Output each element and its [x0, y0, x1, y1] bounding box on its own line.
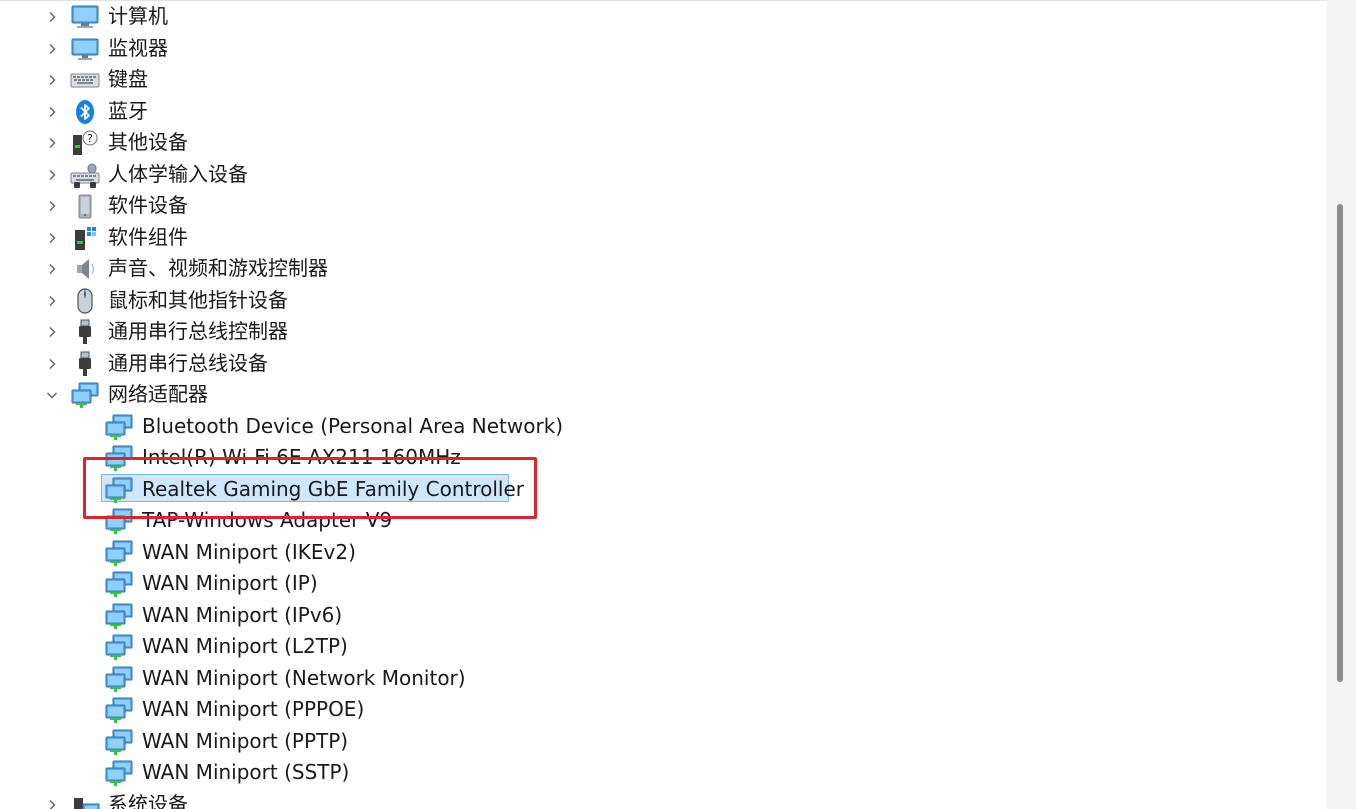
- category-label: 通用串行总线控制器: [108, 319, 288, 343]
- device-label: WAN Miniport (PPTP): [142, 728, 349, 753]
- device-tree[interactable]: 计算机 监视器 键盘 蓝牙? 其他设备 人体学输入设备 软件设备 软件组件 声音、视频和游戏控制…: [0, 0, 1327, 809]
- device-label: WAN Miniport (L2TP): [142, 634, 348, 658]
- bluetooth-icon: [70, 99, 100, 125]
- tree-category[interactable]: 软件组件: [0, 222, 1320, 253]
- chevron-right-icon[interactable]: [44, 167, 60, 183]
- category-label: 声音、视频和游戏控制器: [108, 256, 328, 280]
- tree-category[interactable]: 通用串行总线控制器: [0, 316, 1320, 347]
- network-adapter-icon: [104, 603, 134, 629]
- svg-text:?: ?: [87, 132, 93, 145]
- tree-category[interactable]: 软件设备: [0, 190, 1320, 221]
- software-component-icon: [70, 225, 100, 251]
- tree-category[interactable]: 鼠标和其他指针设备: [0, 285, 1320, 316]
- tree-device-item[interactable]: WAN Miniport (IP): [0, 568, 1320, 599]
- chevron-right-icon[interactable]: [44, 324, 60, 340]
- tree-category[interactable]: 网络适配器: [0, 379, 1320, 410]
- category-label: 计算机: [108, 4, 168, 28]
- keyboard-icon: [70, 67, 100, 93]
- category-label: 系统设备: [108, 791, 188, 809]
- network-adapter-icon: [104, 666, 134, 692]
- tree-category[interactable]: 蓝牙: [0, 96, 1320, 127]
- tree-category[interactable]: 系统设备: [0, 789, 1320, 809]
- unknown-device-icon: ?: [70, 130, 100, 156]
- tree-category[interactable]: 人体学输入设备: [0, 159, 1320, 190]
- category-label: 蓝牙: [108, 98, 148, 123]
- device-label: WAN Miniport (IPv6): [142, 602, 343, 627]
- network-adapter-icon: [104, 540, 134, 566]
- tree-category[interactable]: 监视器: [0, 33, 1320, 64]
- device-label: WAN Miniport (IP): [142, 571, 318, 595]
- tree-device-item[interactable]: WAN Miniport (IKEv2): [0, 537, 1320, 568]
- chevron-right-icon[interactable]: [44, 356, 60, 372]
- mouse-icon: [70, 287, 100, 314]
- tree-device-item[interactable]: WAN Miniport (Network Monitor): [0, 663, 1320, 694]
- device-label: WAN Miniport (PPPOE): [142, 697, 365, 721]
- software-device-icon: [70, 193, 100, 219]
- device-label: WAN Miniport (IKEv2): [142, 539, 356, 564]
- tree-device-item[interactable]: WAN Miniport (PPPOE): [0, 694, 1320, 725]
- chevron-right-icon[interactable]: [44, 41, 60, 57]
- usb-icon: [70, 319, 100, 345]
- tree-device-item[interactable]: Bluetooth Device (Personal Area Network): [0, 411, 1320, 442]
- chevron-right-icon[interactable]: [44, 230, 60, 246]
- device-label: WAN Miniport (SSTP): [142, 760, 350, 784]
- network-adapter-icon: [104, 697, 134, 723]
- monitor-icon: [70, 36, 100, 62]
- chevron-down-icon[interactable]: [44, 387, 60, 403]
- device-label: Bluetooth Device (Personal Area Network): [142, 413, 564, 438]
- category-label: 鼠标和其他指针设备: [108, 287, 288, 312]
- tree-category[interactable]: 键盘: [0, 64, 1320, 95]
- category-label: 通用串行总线设备: [108, 350, 268, 375]
- category-label: 键盘: [108, 67, 148, 91]
- chevron-right-icon[interactable]: [44, 293, 60, 309]
- chevron-right-icon[interactable]: [44, 135, 60, 151]
- device-label: WAN Miniport (Network Monitor): [142, 665, 466, 690]
- network-adapter-icon: [104, 571, 134, 597]
- tree-category[interactable]: 计算机: [0, 1, 1320, 32]
- hid-icon: [70, 162, 100, 188]
- tree-device-item[interactable]: WAN Miniport (SSTP): [0, 757, 1320, 788]
- category-label: 监视器: [108, 35, 168, 60]
- speaker-icon: [70, 256, 100, 282]
- tree-category[interactable]: ? 其他设备: [0, 127, 1320, 158]
- computer-icon: [70, 4, 100, 30]
- chevron-right-icon[interactable]: [44, 72, 60, 88]
- tree-device-item[interactable]: WAN Miniport (IPv6): [0, 600, 1320, 631]
- chevron-right-icon[interactable]: [44, 261, 60, 277]
- network-adapter-icon: [104, 729, 134, 755]
- category-label: 网络适配器: [108, 382, 208, 406]
- chevron-right-icon[interactable]: [44, 198, 60, 214]
- tree-device-item[interactable]: WAN Miniport (PPTP): [0, 726, 1320, 757]
- vertical-scrollbar[interactable]: [1327, 0, 1356, 809]
- category-label: 人体学输入设备: [108, 161, 248, 186]
- category-label: 软件组件: [108, 224, 188, 249]
- system-device-icon: [70, 792, 100, 809]
- network-adapter-icon: [104, 414, 134, 440]
- category-label: 其他设备: [108, 130, 188, 154]
- network-adapter-icon: [104, 634, 134, 660]
- scrollbar-thumb[interactable]: [1337, 204, 1343, 682]
- tree-category[interactable]: 通用串行总线设备: [0, 348, 1320, 379]
- annotation-highlight-box: [83, 457, 537, 519]
- chevron-right-icon[interactable]: [44, 797, 60, 809]
- chevron-right-icon[interactable]: [44, 104, 60, 120]
- tree-category[interactable]: 声音、视频和游戏控制器: [0, 253, 1320, 284]
- network-adapter-icon: [70, 382, 100, 408]
- network-adapter-icon: [104, 760, 134, 786]
- tree-device-item[interactable]: WAN Miniport (L2TP): [0, 631, 1320, 662]
- usb-icon: [70, 351, 100, 377]
- category-label: 软件设备: [108, 193, 188, 217]
- chevron-right-icon[interactable]: [44, 9, 60, 25]
